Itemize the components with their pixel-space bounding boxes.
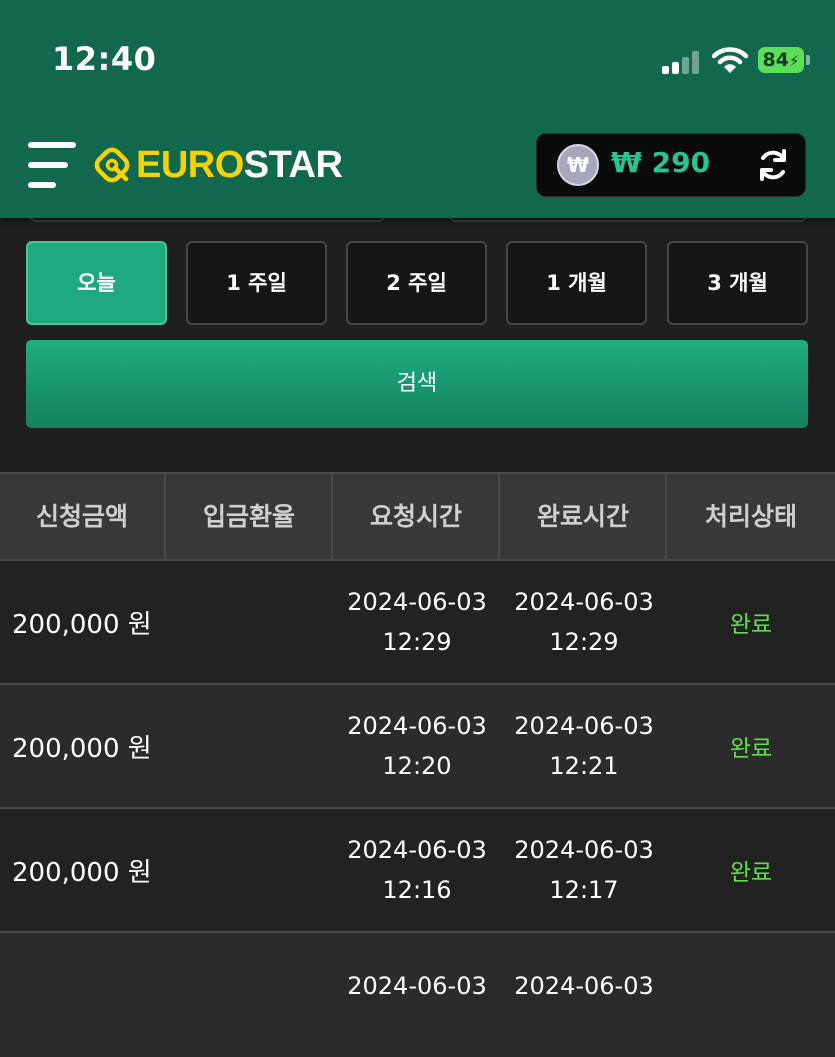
- period-filter: 오늘 1 주일 2 주일 1 개월 3 개월: [26, 241, 808, 326]
- cellular-signal-icon: [662, 50, 702, 74]
- period-1week-button[interactable]: 1 주일: [186, 241, 327, 325]
- complete-time-cell: 2024-06-03 12:17: [514, 836, 654, 904]
- period-2week-button[interactable]: 2 주일: [346, 241, 487, 325]
- amount-cell: 200,000 원: [12, 609, 152, 640]
- logo[interactable]: EUROSTAR: [92, 143, 343, 186]
- app-header: 12:40 84⚡ EUROSTAR ₩ ₩ 290: [0, 0, 835, 218]
- period-1month-button[interactable]: 1 개월: [506, 241, 647, 325]
- request-time-cell: 2024-06-03 12:20: [347, 712, 487, 780]
- logo-euro-text: EURO: [136, 143, 244, 186]
- period-today-button[interactable]: 오늘: [26, 241, 167, 325]
- header-complete-time: 완료시간: [501, 474, 667, 559]
- status-cell: 완료: [729, 860, 773, 886]
- header-amount: 신청금액: [0, 474, 166, 559]
- logo-mark-icon: [94, 147, 130, 183]
- logo-star-text: STAR: [243, 143, 343, 186]
- status-cell: 완료: [729, 612, 773, 638]
- battery-cap: [806, 55, 810, 65]
- search-button[interactable]: 검색: [26, 340, 808, 428]
- balance-box: ₩ ₩ 290: [536, 133, 806, 197]
- period-3month-button[interactable]: 3 개월: [667, 241, 808, 325]
- wifi-icon: [712, 47, 748, 73]
- refresh-icon[interactable]: [755, 147, 791, 183]
- request-time-cell: 2024-06-03 12:16: [347, 836, 487, 904]
- table-header: 신청금액 입금환율 요청시간 완료시간 처리상태: [0, 472, 835, 561]
- complete-time-cell: 2024-06-03 12:29: [514, 588, 654, 656]
- request-time-cell: 2024-06-03 12:29: [347, 588, 487, 656]
- balance-value: ₩ 290: [611, 146, 711, 179]
- header-status: 처리상태: [704, 502, 797, 531]
- status-time: 12:40: [52, 40, 157, 78]
- amount-cell: 200,000 원: [12, 733, 152, 764]
- complete-time-cell: 2024-06-03: [514, 972, 654, 1000]
- battery-icon: 84⚡: [758, 47, 804, 73]
- complete-time-cell: 2024-06-03 12:21: [514, 712, 654, 780]
- table-row: 200,000 원 2024-06-03 12:20 2024-06-03 12:2…: [0, 685, 835, 809]
- won-coin-icon: ₩: [557, 144, 599, 186]
- table-row: 2024-06-03 2024-06-03: [0, 933, 835, 1057]
- header-request-time: 요청시간: [334, 474, 500, 559]
- table-row: 200,000 원 2024-06-03 12:16 2024-06-03 12:1…: [0, 809, 835, 933]
- table-row: 200,000 원 2024-06-03 12:29 2024-06-03 12:2…: [0, 561, 835, 685]
- request-time-cell: 2024-06-03: [347, 972, 487, 1000]
- status-cell: 완료: [729, 736, 773, 762]
- amount-cell: 200,000 원: [12, 857, 152, 888]
- hamburger-menu-icon[interactable]: [28, 142, 76, 190]
- header-rate: 입금환율: [167, 474, 333, 559]
